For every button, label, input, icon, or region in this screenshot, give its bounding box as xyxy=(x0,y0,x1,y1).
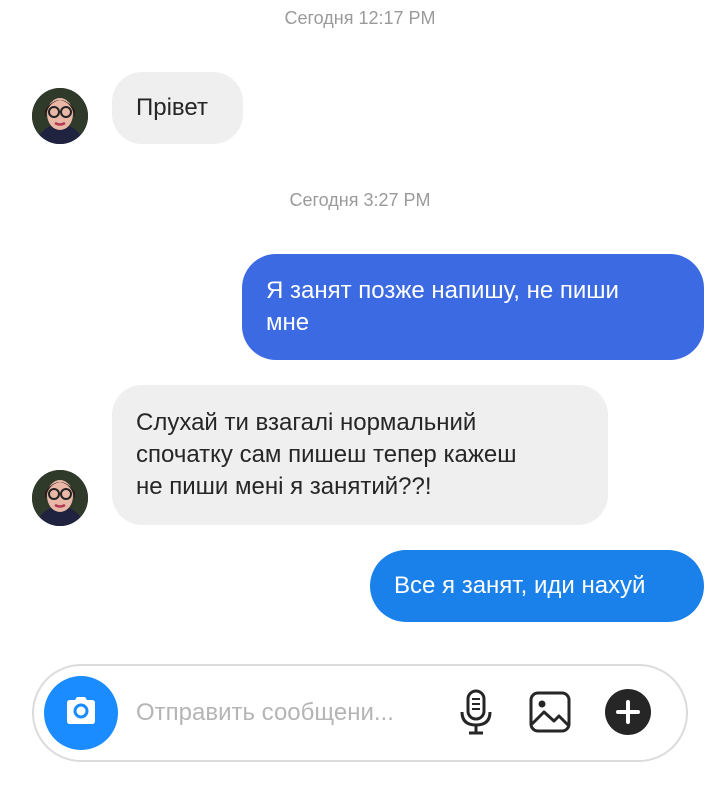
message-bubble-incoming[interactable]: Прівет xyxy=(112,72,243,144)
sender-avatar[interactable] xyxy=(32,88,88,144)
sender-avatar[interactable] xyxy=(32,470,88,526)
message-text-line: спочатку сам пишеш тепер кажеш xyxy=(136,441,517,468)
camera-button[interactable] xyxy=(44,676,118,750)
message-text: Прівет xyxy=(136,94,208,121)
message-input[interactable] xyxy=(136,666,436,760)
timestamp: Сегодня 3:27 PM xyxy=(289,190,431,210)
message-text-line: не пиши мені я занятий??! xyxy=(136,473,432,500)
microphone-icon xyxy=(458,688,494,741)
message-text-line: Я занят позже напишу, не пиши xyxy=(266,277,619,304)
message-bubble-incoming[interactable]: Слухай ти взагалі нормальний спочатку са… xyxy=(112,385,608,525)
message-bubble-outgoing[interactable]: Все я занят, иди нахуй xyxy=(370,550,704,622)
message-text-line: мне xyxy=(266,309,310,336)
message-text-line: Слухай ти взагалі нормальний xyxy=(136,409,477,436)
message-text: Все я занят, иди нахуй xyxy=(394,572,646,599)
microphone-button[interactable] xyxy=(452,688,500,741)
message-bubble-outgoing[interactable]: Я занят позже напишу, не пиши мне xyxy=(242,254,704,360)
more-button[interactable] xyxy=(604,688,652,741)
camera-icon xyxy=(61,691,101,736)
gallery-button[interactable] xyxy=(526,690,574,738)
message-composer xyxy=(32,664,688,762)
plus-icon xyxy=(604,688,652,741)
timestamp: Сегодня 12:17 PM xyxy=(284,8,436,28)
image-icon xyxy=(528,690,572,739)
